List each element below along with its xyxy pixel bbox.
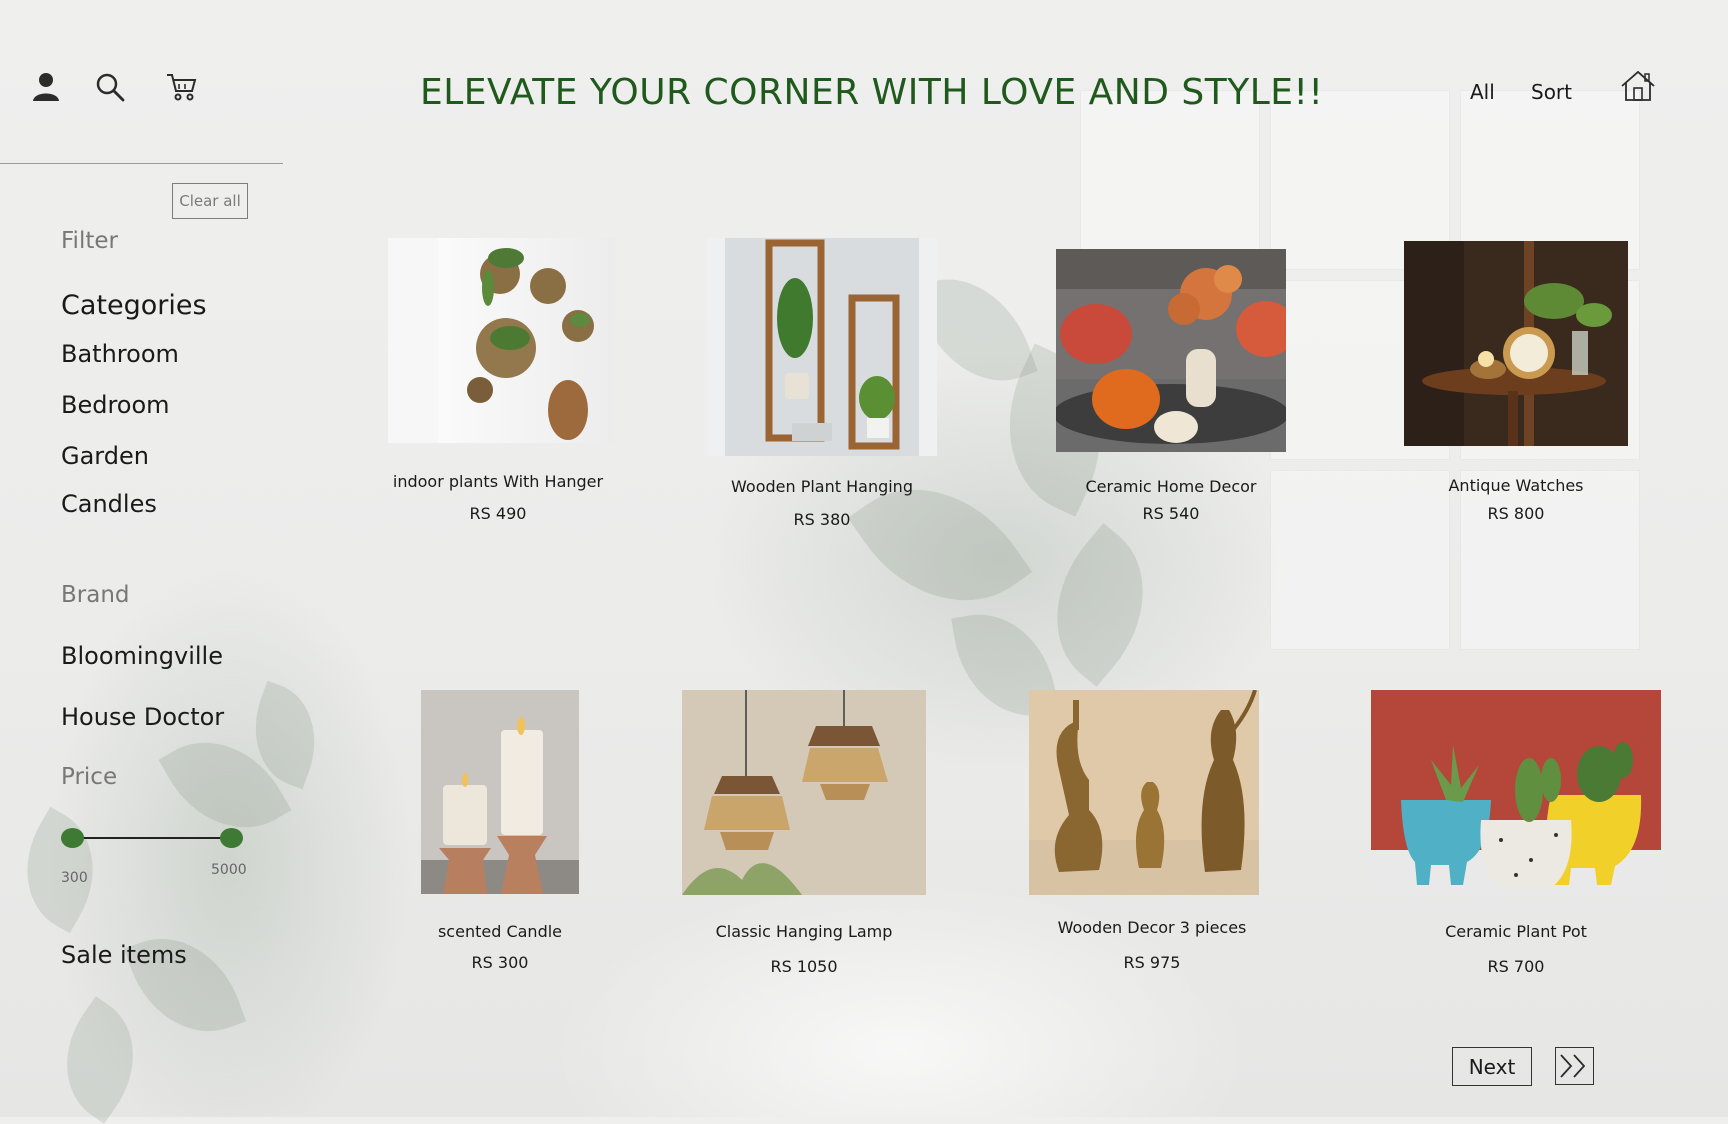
product-image[interactable] bbox=[421, 690, 579, 894]
price-min-value: 300 bbox=[61, 870, 88, 886]
clear-all-button[interactable]: Clear all bbox=[172, 183, 248, 219]
product-image[interactable] bbox=[682, 690, 926, 895]
user-icon[interactable] bbox=[32, 72, 60, 102]
brand-item-house-doctor[interactable]: House Doctor bbox=[61, 703, 224, 731]
filter-heading: Filter bbox=[61, 228, 118, 254]
nav-sort-link[interactable]: Sort bbox=[1531, 80, 1572, 104]
product-card[interactable]: Antique Watches RS 800 bbox=[1404, 241, 1628, 531]
product-image[interactable] bbox=[1056, 249, 1286, 452]
brand-heading: Brand bbox=[61, 582, 130, 608]
category-item-candles[interactable]: Candles bbox=[61, 490, 157, 518]
sidebar-divider bbox=[0, 163, 283, 164]
sale-items-link[interactable]: Sale items bbox=[61, 941, 187, 969]
product-name[interactable]: Antique Watches bbox=[1396, 476, 1636, 495]
home-icon[interactable] bbox=[1620, 70, 1656, 102]
product-name[interactable]: scented Candle bbox=[380, 922, 620, 941]
product-price: RS 700 bbox=[1487, 957, 1545, 976]
product-name[interactable]: Ceramic Plant Pot bbox=[1396, 922, 1636, 941]
double-chevron-right-icon bbox=[1560, 1054, 1586, 1078]
product-card[interactable]: Ceramic Plant Pot RS 700 bbox=[1371, 690, 1661, 980]
page-headline: ELEVATE YOUR CORNER WITH LOVE AND STYLE!… bbox=[420, 72, 1324, 113]
category-item-bedroom[interactable]: Bedroom bbox=[61, 391, 170, 419]
product-name[interactable]: Wooden Plant Hanging bbox=[702, 477, 942, 496]
product-card[interactable]: Wooden Decor 3 pieces RS 975 bbox=[1029, 690, 1259, 980]
category-item-garden[interactable]: Garden bbox=[61, 442, 149, 470]
product-card[interactable]: scented Candle RS 300 bbox=[421, 690, 579, 980]
category-item-bathroom[interactable]: Bathroom bbox=[61, 340, 179, 368]
price-range-slider[interactable] bbox=[61, 828, 243, 848]
product-image[interactable] bbox=[1404, 241, 1628, 446]
next-page-button[interactable]: Next bbox=[1452, 1047, 1532, 1086]
product-price: RS 800 bbox=[1487, 504, 1545, 523]
product-price: RS 1050 bbox=[770, 957, 838, 976]
brand-item-bloomingville[interactable]: Bloomingville bbox=[61, 642, 223, 670]
product-image[interactable] bbox=[1029, 690, 1259, 895]
price-heading: Price bbox=[61, 764, 118, 790]
product-price: RS 490 bbox=[469, 504, 527, 523]
product-price: RS 380 bbox=[793, 510, 851, 529]
categories-heading: Categories bbox=[61, 290, 207, 321]
product-name[interactable]: indoor plants With Hanger bbox=[378, 472, 618, 491]
cart-icon[interactable] bbox=[166, 72, 198, 102]
product-price: RS 300 bbox=[471, 953, 529, 972]
search-icon[interactable] bbox=[95, 72, 125, 102]
product-name[interactable]: Ceramic Home Decor bbox=[1051, 477, 1291, 496]
slider-min-handle[interactable] bbox=[61, 828, 84, 848]
last-page-button[interactable] bbox=[1555, 1047, 1594, 1085]
slider-track bbox=[73, 837, 231, 839]
product-card[interactable]: Wooden Plant Hanging RS 380 bbox=[707, 238, 937, 529]
product-image[interactable] bbox=[388, 238, 615, 443]
nav-all-link[interactable]: All bbox=[1470, 80, 1495, 104]
product-image[interactable] bbox=[707, 238, 937, 456]
price-max-value: 5000 bbox=[211, 862, 247, 878]
product-name[interactable]: Classic Hanging Lamp bbox=[684, 922, 924, 941]
product-price: RS 540 bbox=[1142, 504, 1200, 523]
product-name[interactable]: Wooden Decor 3 pieces bbox=[1032, 918, 1272, 937]
product-image[interactable] bbox=[1371, 690, 1661, 895]
product-card[interactable]: indoor plants With Hanger RS 490 bbox=[388, 238, 615, 528]
product-price: RS 975 bbox=[1123, 953, 1181, 972]
product-card[interactable]: Classic Hanging Lamp RS 1050 bbox=[682, 690, 926, 980]
product-card[interactable]: Ceramic Home Decor RS 540 bbox=[1056, 249, 1286, 529]
slider-max-handle[interactable] bbox=[220, 828, 243, 848]
